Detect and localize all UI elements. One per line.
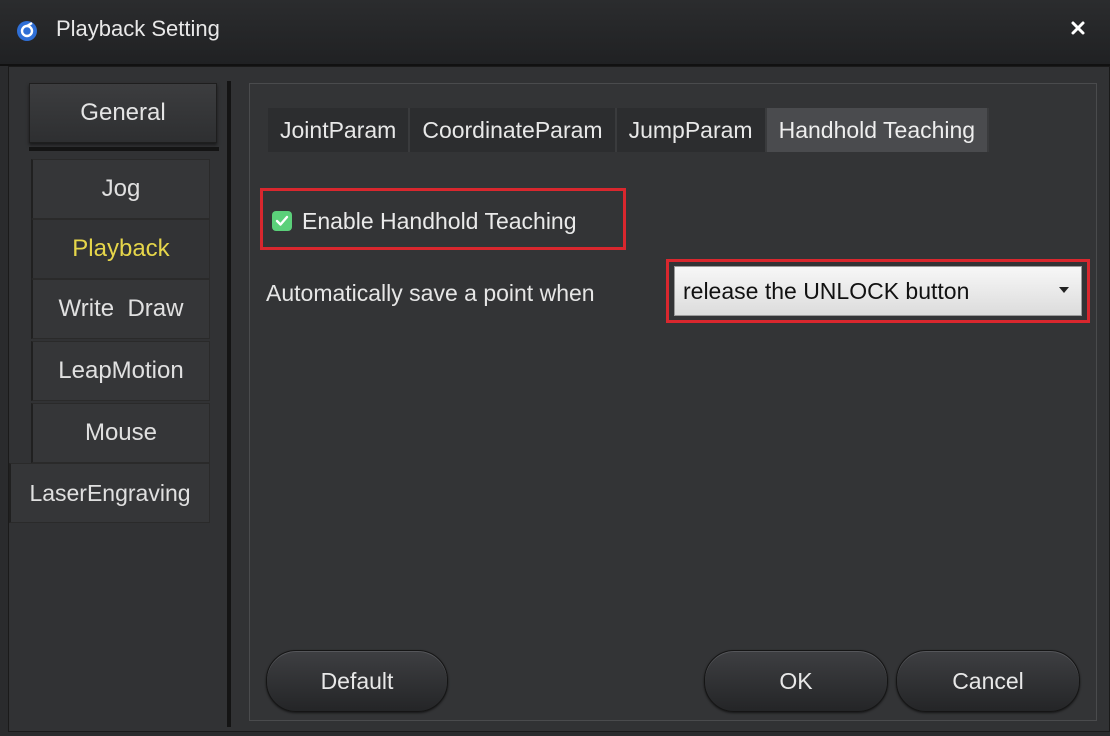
app-logo-icon <box>17 21 37 41</box>
sidebar-item-write-draw[interactable]: Write Draw <box>31 279 210 339</box>
sidebar-item-laserengraving[interactable]: LaserEngraving <box>9 463 210 523</box>
vertical-separator <box>227 81 231 727</box>
highlight-box-checkbox <box>260 188 626 250</box>
sidebar-item-playback[interactable]: Playback <box>31 219 210 279</box>
sidebar-item-jog[interactable]: Jog <box>31 159 210 219</box>
sidebar-item-mouse[interactable]: Mouse <box>31 403 210 463</box>
sidebar-item-leapmotion[interactable]: LeapMotion <box>31 341 210 401</box>
window-title: Playback Setting <box>56 16 220 41</box>
default-button[interactable]: Default <box>266 650 448 712</box>
tab-handhold-teaching[interactable]: Handhold Teaching <box>766 108 990 152</box>
sidebar-item-general[interactable]: General <box>29 83 217 143</box>
cancel-button[interactable]: Cancel <box>896 650 1080 712</box>
title-bar: Playback Setting <box>0 0 1110 66</box>
highlight-box-dropdown <box>666 259 1090 323</box>
tab-jointparam[interactable]: JointParam <box>268 108 411 152</box>
tab-content-panel: JointParam CoordinateParam JumpParam Han… <box>249 83 1097 721</box>
tab-coordinateparam[interactable]: CoordinateParam <box>410 108 617 152</box>
ok-button[interactable]: OK <box>704 650 888 712</box>
auto-save-label: Automatically save a point when <box>266 280 595 306</box>
close-icon[interactable] <box>1068 18 1088 38</box>
tab-jumpparam[interactable]: JumpParam <box>616 108 767 152</box>
tab-bar: JointParam CoordinateParam JumpParam Han… <box>268 108 990 152</box>
sidebar-divider <box>29 147 219 151</box>
settings-window: General Jog Playback Write Draw LeapMoti… <box>8 66 1110 732</box>
